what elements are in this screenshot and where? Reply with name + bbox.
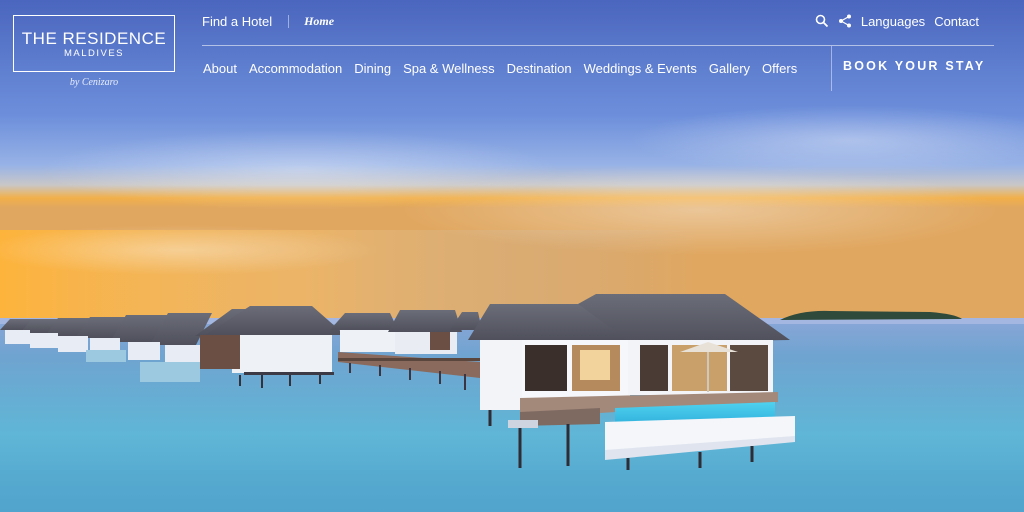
nav-item-destination[interactable]: Destination: [507, 61, 572, 76]
top-links: Find a Hotel Home: [202, 13, 334, 29]
share-icon[interactable]: [838, 14, 852, 28]
main-nav: About Accommodation Dining Spa & Wellnes…: [203, 61, 797, 76]
nav-item-gallery[interactable]: Gallery: [709, 61, 750, 76]
utility-bar: Languages Contact: [815, 13, 979, 29]
nav-item-about[interactable]: About: [203, 61, 237, 76]
header-divider: [202, 45, 994, 46]
logo-subtitle: MALDIVES: [63, 47, 125, 59]
find-a-hotel-link[interactable]: Find a Hotel: [202, 14, 272, 29]
logo-title: THE RESIDENCE: [21, 28, 167, 48]
breadcrumb-home[interactable]: Home: [304, 14, 334, 29]
nav-item-weddings-events[interactable]: Weddings & Events: [584, 61, 697, 76]
contact-link[interactable]: Contact: [934, 14, 979, 29]
logo-byline: by Cenizaro: [69, 77, 119, 88]
search-icon[interactable]: [815, 14, 829, 28]
page: THE RESIDENCE MALDIVES by Cenizaro Find …: [0, 0, 1024, 512]
nav-item-spa-wellness[interactable]: Spa & Wellness: [403, 61, 495, 76]
book-your-stay-button[interactable]: BOOK YOUR STAY: [843, 59, 985, 73]
brand-logo[interactable]: THE RESIDENCE MALDIVES: [13, 15, 175, 72]
divider: [288, 14, 290, 28]
nav-item-dining[interactable]: Dining: [354, 61, 391, 76]
nav-item-offers[interactable]: Offers: [762, 61, 797, 76]
languages-link[interactable]: Languages: [861, 14, 925, 29]
nav-item-accommodation[interactable]: Accommodation: [249, 61, 342, 76]
cta-divider: [831, 46, 832, 91]
